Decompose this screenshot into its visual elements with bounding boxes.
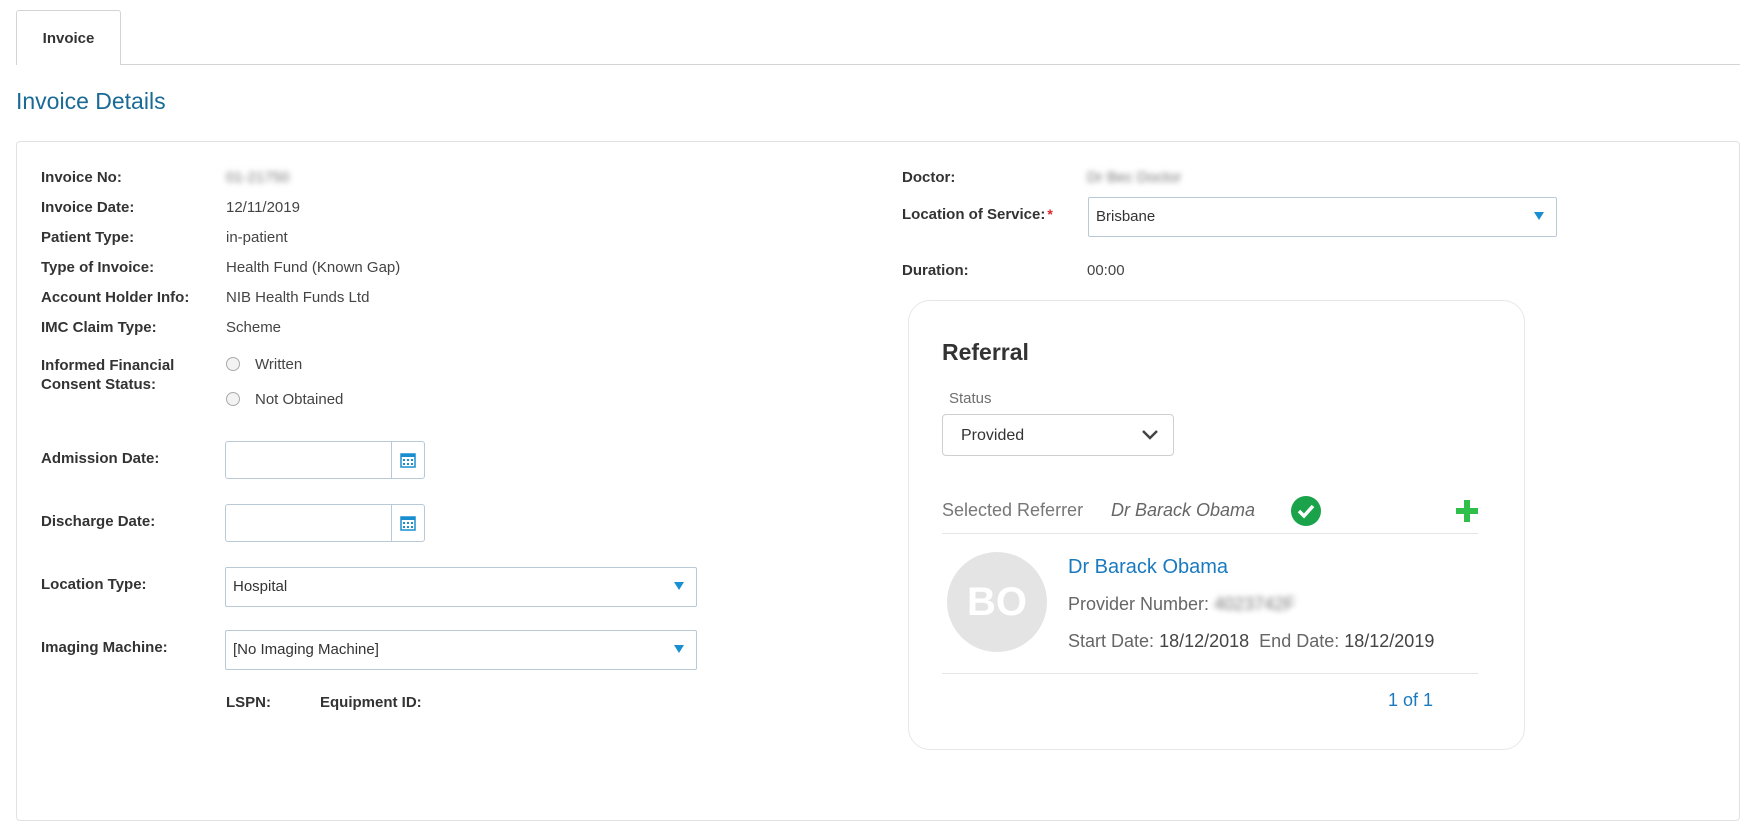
dropdown-arrow-icon [674,645,684,653]
invoice-no-value: 01-21750 [226,169,290,186]
lspn-label: LSPN: [226,694,271,711]
discharge-date-label: Discharge Date: [41,513,156,530]
patient-type-value: in-patient [226,229,288,246]
selected-referrer-name: Dr Barack Obama [1111,500,1256,520]
consent-written-label: Written [255,356,303,373]
imc-claim-type-value: Scheme [226,319,282,336]
referral-card [908,300,1525,750]
dropdown-arrow-icon [1534,212,1544,220]
tab-invoice[interactable]: Invoice [16,10,121,65]
required-marker: * [1047,206,1053,222]
provider-number-value: 4023742F [1214,594,1296,614]
check-circle-icon [1291,496,1321,526]
status-select[interactable]: Provided [942,414,1174,456]
consent-not-obtained-label: Not Obtained [255,391,344,408]
referrer-dates: Start Date: 18/12/2018 End Date: 18/12/2… [1068,631,1435,651]
consent-label-line2: Consent Status: [41,376,157,393]
plus-icon[interactable] [1455,499,1479,523]
provider-number: Provider Number: 4023742F [1068,594,1296,614]
referrer-name-link[interactable]: Dr Barack Obama [1068,556,1228,579]
location-of-service-select[interactable]: Brisbane [1088,197,1557,237]
imaging-machine-label: Imaging Machine: [41,639,168,656]
discharge-date-input[interactable] [225,504,425,542]
doctor-label: Doctor: [902,169,956,186]
avatar: BO [947,552,1047,652]
account-holder-value: NIB Health Funds Ltd [226,289,370,306]
admission-date-input[interactable] [225,441,425,479]
imaging-machine-select[interactable]: [No Imaging Machine] [225,630,697,670]
invoice-date-value: 12/11/2019 [226,199,300,216]
consent-written-radio[interactable] [226,357,240,371]
selected-referrer-label: Selected Referrer [942,500,1084,520]
admission-date-label: Admission Date: [41,450,160,467]
location-type-value: Hospital [233,578,288,595]
account-holder-label: Account Holder Info: [41,289,190,306]
pagination: 1 of 1 [1388,690,1434,710]
calendar-icon[interactable] [391,442,424,478]
type-of-invoice-label: Type of Invoice: [41,259,155,276]
page-title: Invoice Details [16,88,166,114]
location-of-service-value: Brisbane [1096,208,1156,225]
dropdown-arrow-icon [674,582,684,590]
equipment-id-label: Equipment ID: [320,694,422,711]
referral-divider [942,533,1478,534]
consent-label-line1: Informed Financial [41,357,175,374]
consent-not-obtained-radio[interactable] [226,392,240,406]
imc-claim-type-label: IMC Claim Type: [41,319,157,336]
invoice-date-label: Invoice Date: [41,199,135,216]
chevron-down-icon [1142,430,1158,440]
location-of-service-label: Location of Service: * [902,206,1053,223]
tab-bar-divider [16,64,1740,65]
imaging-machine-value: [No Imaging Machine] [233,641,379,658]
type-of-invoice-value: Health Fund (Known Gap) [226,259,401,276]
duration-value: 00:00 [1087,262,1125,279]
referral-footer-divider [942,673,1478,674]
calendar-icon[interactable] [391,505,424,541]
status-label: Status [949,390,992,407]
referral-title: Referral [942,339,1029,365]
invoice-no-label: Invoice No: [41,169,122,186]
doctor-value: Dr Bec Doctor [1087,169,1182,186]
duration-label: Duration: [902,262,969,279]
patient-type-label: Patient Type: [41,229,135,246]
location-type-label: Location Type: [41,576,147,593]
status-value: Provided [961,427,1025,444]
location-type-select[interactable]: Hospital [225,567,697,607]
